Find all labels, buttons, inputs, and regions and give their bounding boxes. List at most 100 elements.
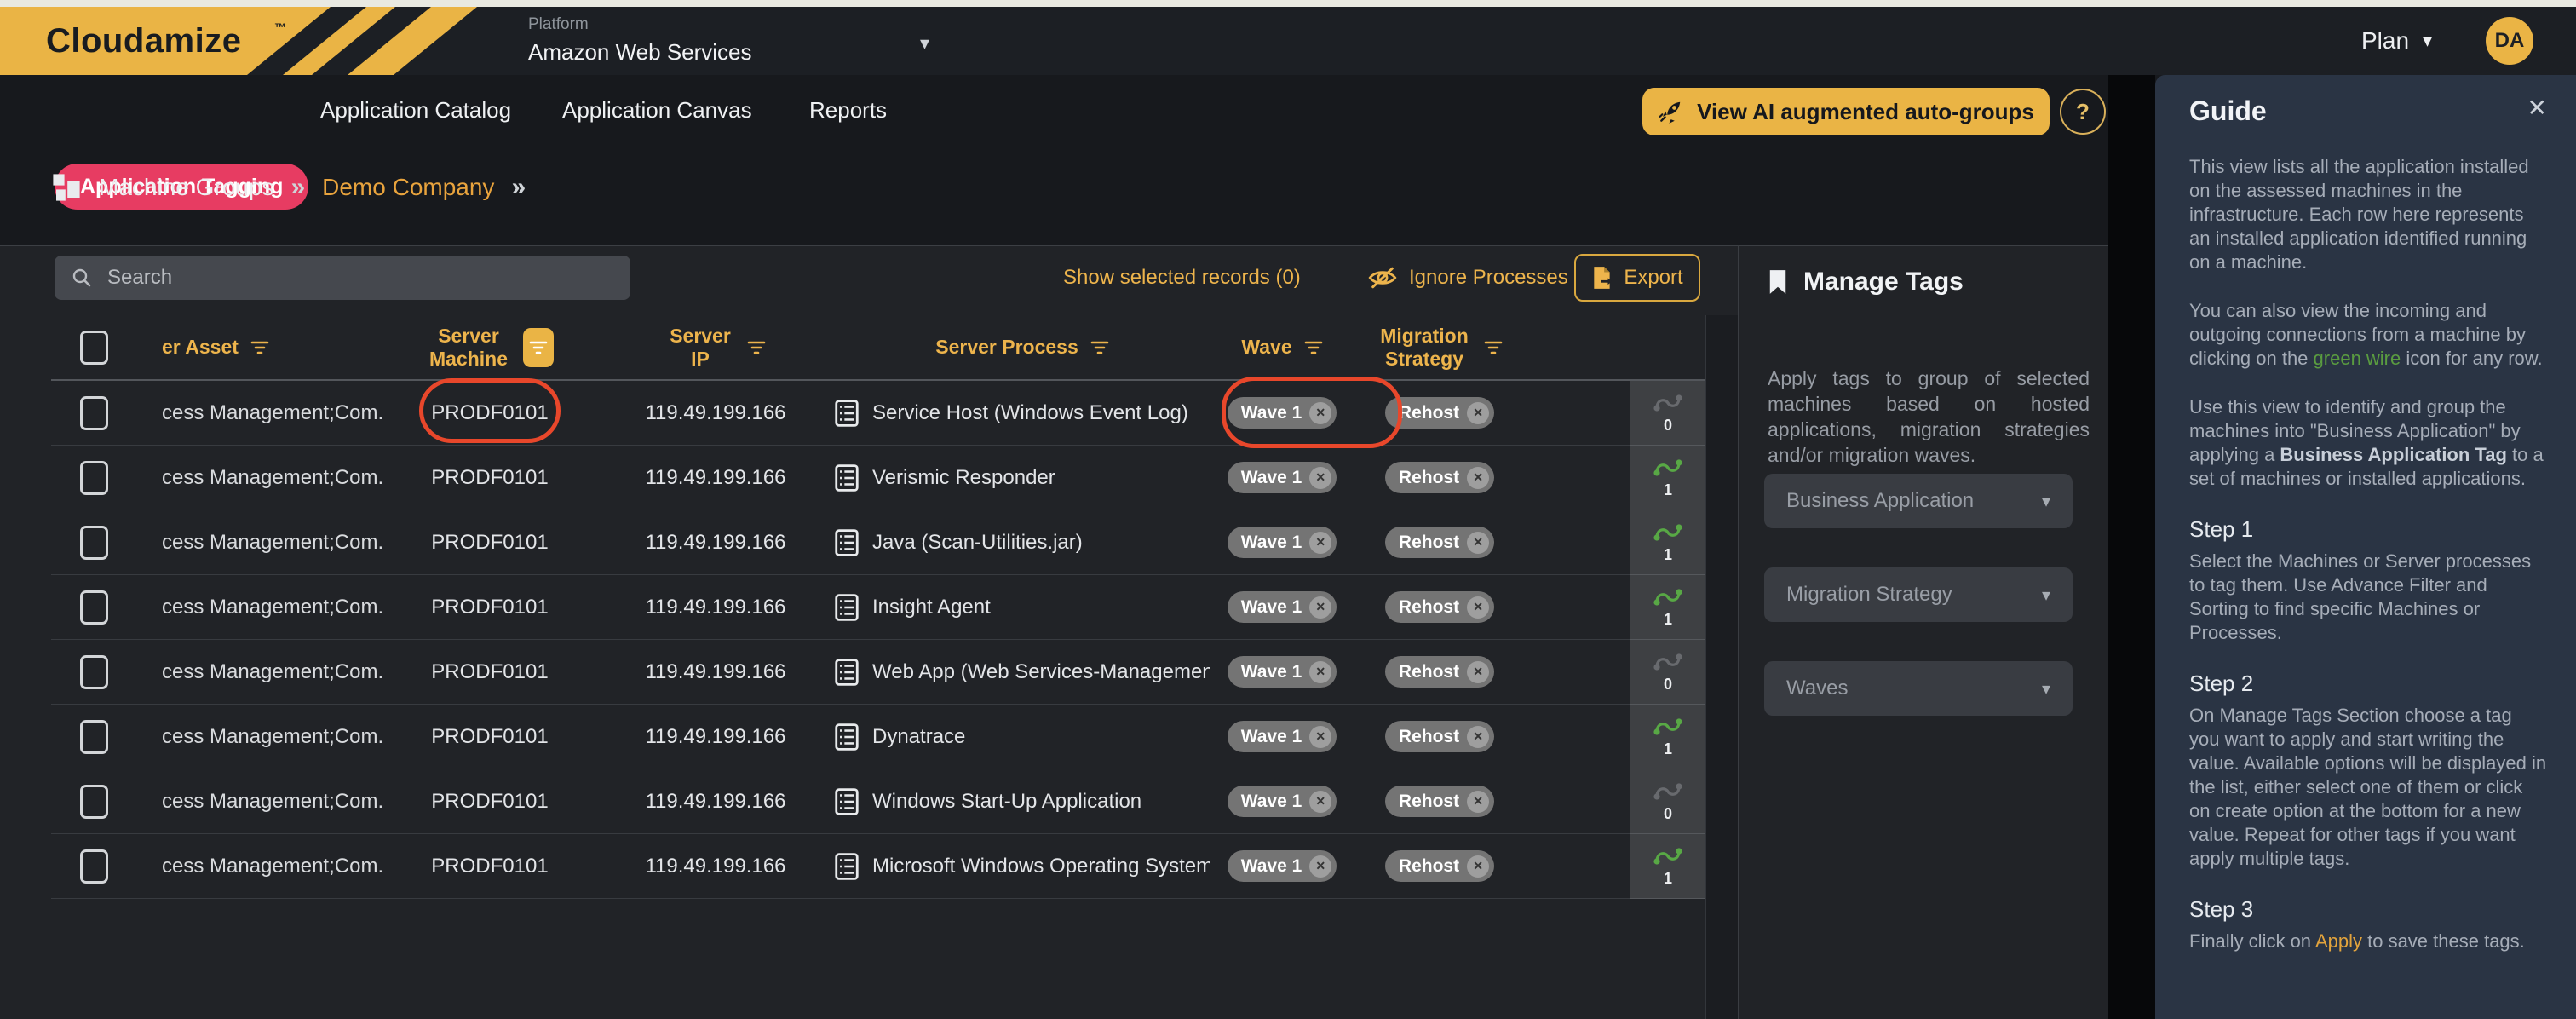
connections-cell[interactable]: 0 [1630,381,1705,446]
export-icon [1591,266,1613,290]
manage-tags-description: Apply tags to group of selected machines… [1768,366,2090,468]
select-all-checkbox[interactable] [80,331,108,365]
strategy-tag[interactable]: Rehost [1385,656,1494,688]
export-button[interactable]: Export [1574,254,1700,302]
wave-cell: Wave 1 [1210,769,1354,833]
table-scrollbar-gutter[interactable] [1705,315,1739,1019]
row-checkbox[interactable] [80,655,108,689]
remove-tag-icon[interactable] [1309,726,1331,748]
remove-tag-icon[interactable] [1467,467,1489,489]
plan-menu[interactable]: Plan [2361,7,2432,75]
wire-icon[interactable] [1653,392,1683,414]
remove-tag-icon[interactable] [1309,532,1331,554]
waves-dropdown[interactable]: Waves [1764,661,2073,716]
wire-icon[interactable] [1653,457,1683,479]
filter-icon[interactable] [1090,340,1109,355]
guide-paragraph: Finally click on Apply to save these tag… [2189,930,2547,953]
strategy-tag[interactable]: Rehost [1385,850,1494,882]
remove-tag-icon[interactable] [1309,402,1331,424]
connections-cell[interactable]: 1 [1630,446,1705,510]
table-row: cess Management;Com... PRODF0101 119.49.… [51,769,1705,834]
help-button[interactable]: ? [2060,89,2106,135]
remove-tag-icon[interactable] [1467,596,1489,619]
row-checkbox[interactable] [80,785,108,819]
close-icon[interactable]: ✕ [2527,94,2547,122]
strategy-tag[interactable]: Rehost [1385,527,1494,558]
strategy-tag[interactable]: Rehost [1385,462,1494,493]
row-checkbox[interactable] [80,396,108,430]
header-server-process[interactable]: Server Process [835,315,1210,379]
guide-highlight-bold: Business Application Tag [2280,444,2506,465]
wave-tag[interactable]: Wave 1 [1228,721,1337,752]
wire-icon[interactable] [1653,780,1683,803]
header-server-ip[interactable]: Server IP [596,315,835,379]
remove-tag-icon[interactable] [1467,661,1489,683]
wire-icon[interactable] [1653,651,1683,673]
connections-cell[interactable]: 1 [1630,510,1705,575]
wire-icon[interactable] [1653,586,1683,608]
remove-tag-icon[interactable] [1467,791,1489,813]
remove-tag-icon[interactable] [1467,855,1489,878]
header-server-machine[interactable]: Server Machine [383,315,596,379]
row-checkbox[interactable] [80,849,108,884]
asset-cell: cess Management;Com... [136,446,383,510]
cloudamize-logo[interactable]: Cloudamize ™ [0,7,494,75]
wave-tag[interactable]: Wave 1 [1228,656,1337,688]
header-migration-strategy[interactable]: Migration Strategy [1354,315,1525,379]
connections-cell[interactable]: 1 [1630,705,1705,769]
filter-icon[interactable] [747,340,766,355]
tab-application-catalog[interactable]: Application Catalog [320,75,511,145]
wire-icon[interactable] [1653,521,1683,544]
tab-reports[interactable]: Reports [809,75,887,145]
header-asset[interactable]: er Asset [136,315,383,379]
wire-icon[interactable] [1653,845,1683,867]
filter-active-icon[interactable] [523,328,554,367]
wire-icon[interactable] [1653,716,1683,738]
remove-tag-icon[interactable] [1309,855,1331,878]
breadcrumb-demo-company[interactable]: Demo Company [322,174,494,201]
strategy-tag[interactable]: Rehost [1385,591,1494,623]
remove-tag-icon[interactable] [1309,467,1331,489]
connections-cell[interactable]: 0 [1630,769,1705,834]
connections-cell[interactable]: 1 [1630,834,1705,899]
strategy-tag[interactable]: Rehost [1385,397,1494,429]
chevron-down-icon[interactable] [920,32,929,55]
platform-select[interactable]: Platform Amazon Web Services [528,15,752,66]
search-input[interactable] [106,265,613,291]
wave-tag[interactable]: Wave 1 [1228,462,1337,493]
filter-icon[interactable] [250,340,269,355]
ignore-processes-button[interactable]: Ignore Processes [1368,256,1568,300]
asset-cell: cess Management;Com... [136,769,383,833]
business-application-dropdown[interactable]: Business Application [1764,474,2073,528]
row-checkbox[interactable] [80,720,108,754]
view-ai-auto-groups-button[interactable]: View AI augmented auto-groups [1642,88,2050,135]
remove-tag-icon[interactable] [1467,402,1489,424]
show-selected-records-link[interactable]: Show selected records (0) [1063,266,1301,290]
remove-tag-icon[interactable] [1467,532,1489,554]
wave-tag[interactable]: Wave 1 [1228,850,1337,882]
avatar[interactable]: DA [2486,17,2533,65]
remove-tag-icon[interactable] [1309,791,1331,813]
filter-icon[interactable] [1484,340,1503,355]
table-row: cess Management;Com... PRODF0101 119.49.… [51,510,1705,575]
remove-tag-icon[interactable] [1309,596,1331,619]
remove-tag-icon[interactable] [1309,661,1331,683]
strategy-tag[interactable]: Rehost [1385,721,1494,752]
migration-strategy-dropdown[interactable]: Migration Strategy [1764,567,2073,622]
header-wave[interactable]: Wave [1210,315,1354,379]
tab-application-canvas[interactable]: Application Canvas [562,75,752,145]
connections-cell[interactable]: 1 [1630,575,1705,640]
row-checkbox[interactable] [80,461,108,495]
search-box[interactable] [55,256,630,300]
wave-tag[interactable]: Wave 1 [1228,786,1337,817]
wave-tag[interactable]: Wave 1 [1228,397,1337,429]
strategy-tag[interactable]: Rehost [1385,786,1494,817]
remove-tag-icon[interactable] [1467,726,1489,748]
breadcrumb-machine-groups[interactable]: Machine Groups [99,174,273,201]
connections-cell[interactable]: 0 [1630,640,1705,705]
row-checkbox[interactable] [80,526,108,560]
wave-tag[interactable]: Wave 1 [1228,591,1337,623]
wave-tag[interactable]: Wave 1 [1228,527,1337,558]
filter-icon[interactable] [1304,340,1323,355]
row-checkbox[interactable] [80,590,108,625]
